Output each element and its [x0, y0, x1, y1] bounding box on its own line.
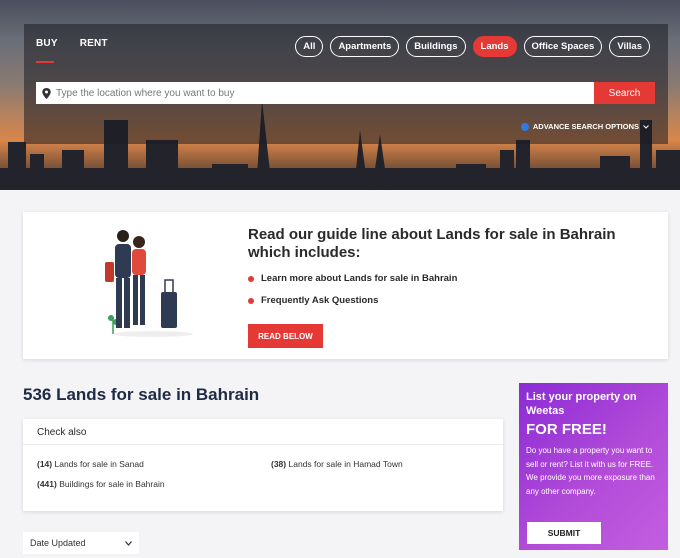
related-link-sanad[interactable]: (14) Lands for sale in Sanad [37, 459, 144, 469]
advance-search-label: ADVANCE SEARCH OPTIONS [532, 122, 639, 131]
tab-rent[interactable]: RENT [80, 38, 108, 63]
info-icon [520, 122, 529, 131]
category-all-button[interactable]: All [295, 36, 324, 57]
check-also-heading: Check also [37, 427, 87, 438]
guide-title: Read our guide line about Lands for sale… [248, 226, 616, 261]
location-search-input[interactable] [56, 87, 576, 99]
related-link-buildings[interactable]: (441) Buildings for sale in Bahrain [37, 479, 165, 489]
sort-selected-value: Date Updated [30, 538, 86, 548]
advance-search-toggle[interactable]: ADVANCE SEARCH OPTIONS [520, 122, 649, 131]
link-count: (14) [37, 459, 53, 469]
read-below-button[interactable]: READ BELOW [248, 324, 323, 348]
guide-list: Learn more about Lands for sale in Bahra… [248, 273, 457, 317]
listing-type-tabs: BUY RENT [36, 38, 108, 63]
related-link-hamad-town[interactable]: (38) Lands for sale in Hamad Town [271, 459, 403, 469]
bullet-icon [248, 275, 254, 282]
location-pin-icon [42, 87, 51, 99]
promo-title: List your property on Weetas [526, 391, 637, 417]
list-property-promo: List your property on Weetas FOR FREE! D… [519, 383, 668, 550]
category-filters: All Apartments Buildings Lands Office Sp… [295, 36, 650, 57]
category-buildings-button[interactable]: Buildings [406, 36, 466, 57]
promo-headline: FOR FREE! [526, 421, 607, 438]
check-also-card: Check also (14) Lands for sale in Sanad … [23, 419, 503, 511]
search-button[interactable]: Search [594, 82, 655, 104]
chevron-down-icon [643, 124, 649, 129]
link-label: Lands for sale in Sanad [54, 459, 144, 469]
category-villas-button[interactable]: Villas [609, 36, 650, 57]
location-search-bar [36, 82, 594, 104]
link-count: (38) [271, 459, 287, 469]
guide-card: Read our guide line about Lands for sale… [23, 212, 668, 359]
list-item: Learn more about Lands for sale in Bahra… [248, 273, 457, 284]
divider [23, 444, 503, 445]
guide-item-text: Learn more about Lands for sale in Bahra… [261, 273, 458, 284]
promo-body: Do you have a property you want to sell … [526, 446, 655, 496]
guide-item-text: Frequently Ask Questions [261, 295, 379, 306]
chevron-down-icon [125, 540, 132, 546]
submit-button[interactable]: SUBMIT [527, 522, 601, 544]
link-label: Buildings for sale in Bahrain [59, 479, 165, 489]
category-lands-button[interactable]: Lands [472, 36, 517, 57]
sort-select[interactable]: Date Updated [23, 532, 139, 554]
category-apartments-button[interactable]: Apartments [330, 36, 400, 57]
tab-buy[interactable]: BUY [36, 38, 58, 63]
list-item: Frequently Ask Questions [248, 295, 457, 306]
bullet-icon [248, 297, 254, 304]
link-count: (441) [37, 479, 57, 489]
results-title: 536 Lands for sale in Bahrain [23, 385, 260, 404]
link-label: Lands for sale in Hamad Town [288, 459, 403, 469]
category-office-spaces-button[interactable]: Office Spaces [523, 36, 603, 57]
travelers-illustration [105, 230, 193, 337]
